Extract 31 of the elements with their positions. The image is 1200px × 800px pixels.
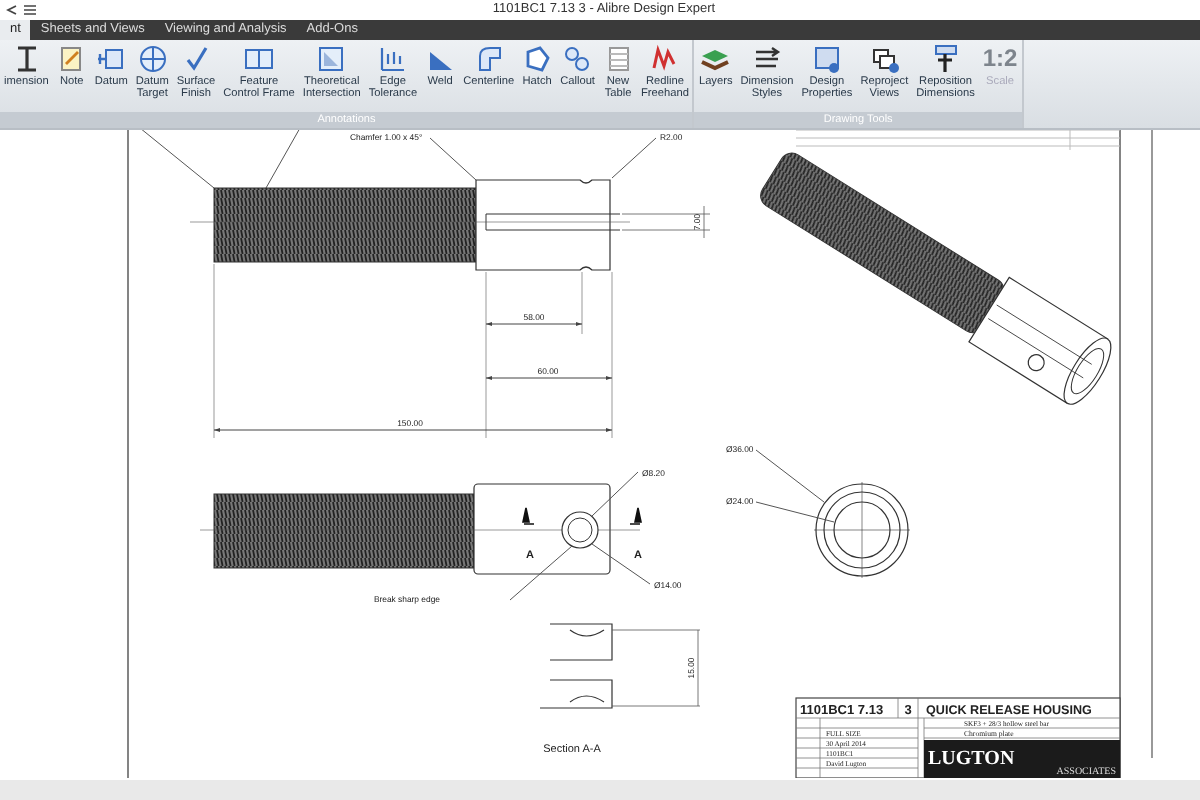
frame-icon bbox=[244, 44, 275, 74]
checkmark-icon bbox=[181, 44, 211, 74]
menu-icon[interactable] bbox=[24, 4, 36, 16]
end-view-drawing bbox=[813, 481, 911, 579]
layers-icon bbox=[700, 44, 731, 74]
dimension-line bbox=[485, 322, 583, 326]
window-icon bbox=[811, 44, 842, 74]
callout-icon bbox=[562, 44, 593, 74]
leader-line bbox=[591, 543, 651, 585]
section-arrow-icon bbox=[629, 507, 642, 525]
hole-drawing bbox=[561, 511, 599, 549]
pin-icon bbox=[930, 44, 961, 74]
dimension-line bbox=[621, 205, 711, 239]
datum-icon bbox=[96, 44, 127, 74]
leader-line bbox=[265, 130, 301, 189]
target-icon bbox=[137, 44, 168, 74]
leader-line bbox=[591, 471, 639, 517]
leader-line bbox=[139, 130, 215, 189]
elbow-icon bbox=[473, 44, 504, 74]
note-icon bbox=[56, 44, 87, 74]
grid-icon bbox=[377, 44, 408, 74]
logo-name: LUGTON bbox=[928, 748, 1015, 770]
section-arrow-icon bbox=[522, 507, 535, 525]
leader-line bbox=[509, 545, 573, 601]
leader-line bbox=[429, 137, 477, 181]
dimension-line bbox=[485, 376, 613, 380]
views-icon bbox=[869, 44, 900, 74]
leader-line bbox=[611, 137, 657, 179]
scale-ratio: 1:2 bbox=[982, 44, 1018, 74]
scribble-icon bbox=[649, 44, 680, 74]
extension-line bbox=[581, 271, 583, 335]
